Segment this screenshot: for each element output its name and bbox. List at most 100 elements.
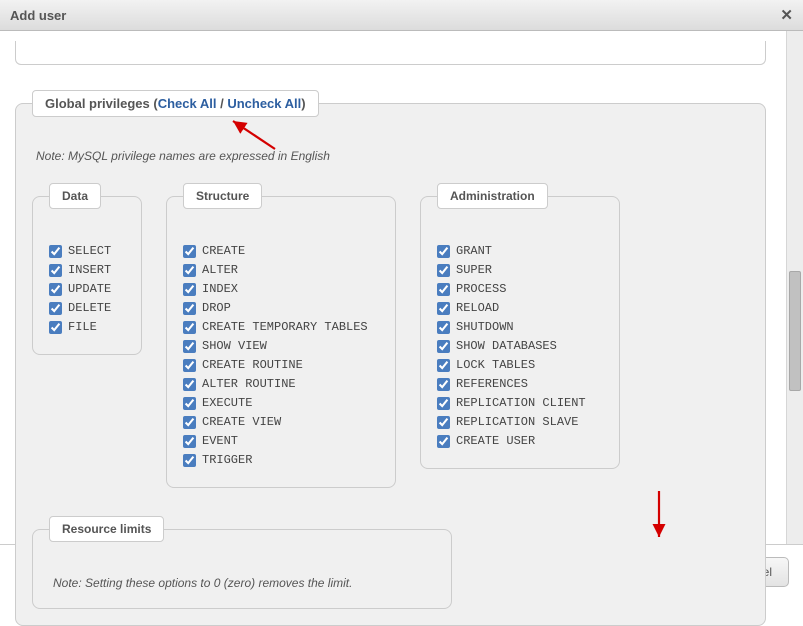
priv-checkbox-lock-tables[interactable] xyxy=(437,359,450,372)
priv-checkbox-file[interactable] xyxy=(49,321,62,334)
priv-label: PROCESS xyxy=(456,281,506,298)
priv-row: UPDATE xyxy=(49,281,125,298)
priv-row: PROCESS xyxy=(437,281,603,298)
resource-limits-fieldset: Resource limits Note: Setting these opti… xyxy=(32,516,452,609)
priv-group-structure: Structure CREATEALTERINDEXDROPCREATE TEM… xyxy=(166,183,396,488)
priv-checkbox-index[interactable] xyxy=(183,283,196,296)
priv-checkbox-create-user[interactable] xyxy=(437,435,450,448)
priv-label: CREATE TEMPORARY TABLES xyxy=(202,319,368,336)
priv-label: UPDATE xyxy=(68,281,111,298)
priv-checkbox-replication-client[interactable] xyxy=(437,397,450,410)
priv-label: INSERT xyxy=(68,262,111,279)
priv-checkbox-shutdown[interactable] xyxy=(437,321,450,334)
priv-label: EXECUTE xyxy=(202,395,252,412)
priv-group-admin-title: Administration xyxy=(437,183,548,209)
priv-checkbox-create-routine[interactable] xyxy=(183,359,196,372)
priv-list-structure: CREATEALTERINDEXDROPCREATE TEMPORARY TAB… xyxy=(183,243,379,469)
priv-row: FILE xyxy=(49,319,125,336)
priv-row: SELECT xyxy=(49,243,125,260)
priv-checkbox-drop[interactable] xyxy=(183,302,196,315)
check-all-link[interactable]: Check All xyxy=(158,96,217,111)
priv-label: DELETE xyxy=(68,300,111,317)
priv-row: CREATE ROUTINE xyxy=(183,357,379,374)
priv-label: EVENT xyxy=(202,433,238,450)
priv-checkbox-create-temporary-tables[interactable] xyxy=(183,321,196,334)
priv-label: FILE xyxy=(68,319,97,336)
uncheck-all-link[interactable]: Uncheck All xyxy=(227,96,301,111)
priv-group-structure-title: Structure xyxy=(183,183,262,209)
priv-row: SHOW VIEW xyxy=(183,338,379,355)
priv-row: DROP xyxy=(183,300,379,317)
priv-checkbox-insert[interactable] xyxy=(49,264,62,277)
priv-checkbox-references[interactable] xyxy=(437,378,450,391)
dialog-titlebar: Add user ✕ xyxy=(0,0,803,31)
priv-checkbox-delete[interactable] xyxy=(49,302,62,315)
priv-row: SHOW DATABASES xyxy=(437,338,603,355)
priv-checkbox-reload[interactable] xyxy=(437,302,450,315)
priv-label: ALTER xyxy=(202,262,238,279)
priv-checkbox-show-databases[interactable] xyxy=(437,340,450,353)
priv-row: DELETE xyxy=(49,300,125,317)
priv-row: SUPER xyxy=(437,262,603,279)
vertical-scrollbar[interactable] xyxy=(786,31,803,544)
privileges-note: Note: MySQL privilege names are expresse… xyxy=(36,149,749,163)
priv-checkbox-select[interactable] xyxy=(49,245,62,258)
priv-row: TRIGGER xyxy=(183,452,379,469)
priv-checkbox-alter-routine[interactable] xyxy=(183,378,196,391)
priv-label: GRANT xyxy=(456,243,492,260)
priv-label: DROP xyxy=(202,300,231,317)
priv-checkbox-grant[interactable] xyxy=(437,245,450,258)
global-priv-legend-text: Global privileges xyxy=(45,96,153,111)
priv-label: REFERENCES xyxy=(456,376,528,393)
priv-row: EVENT xyxy=(183,433,379,450)
priv-label: SHUTDOWN xyxy=(456,319,514,336)
priv-row: LOCK TABLES xyxy=(437,357,603,374)
priv-row: ALTER xyxy=(183,262,379,279)
priv-checkbox-process[interactable] xyxy=(437,283,450,296)
priv-label: CREATE VIEW xyxy=(202,414,281,431)
priv-label: REPLICATION CLIENT xyxy=(456,395,586,412)
priv-row: REPLICATION CLIENT xyxy=(437,395,603,412)
priv-checkbox-execute[interactable] xyxy=(183,397,196,410)
priv-row: INSERT xyxy=(49,262,125,279)
privilege-columns: Data SELECT INSERT UPDATE DELETE FILE Struct… xyxy=(32,183,749,488)
priv-checkbox-create-view[interactable] xyxy=(183,416,196,429)
priv-label: REPLICATION SLAVE xyxy=(456,414,578,431)
priv-checkbox-replication-slave[interactable] xyxy=(437,416,450,429)
priv-row: RELOAD xyxy=(437,300,603,317)
priv-row: CREATE xyxy=(183,243,379,260)
priv-label: ALTER ROUTINE xyxy=(202,376,296,393)
priv-label: SUPER xyxy=(456,262,492,279)
priv-checkbox-alter[interactable] xyxy=(183,264,196,277)
priv-label: SELECT xyxy=(68,243,111,260)
priv-checkbox-trigger[interactable] xyxy=(183,454,196,467)
scroll-area: Global privileges (Check All / Uncheck A… xyxy=(0,31,803,545)
dialog-title: Add user xyxy=(10,8,66,23)
priv-checkbox-super[interactable] xyxy=(437,264,450,277)
priv-label: CREATE ROUTINE xyxy=(202,357,303,374)
priv-checkbox-update[interactable] xyxy=(49,283,62,296)
priv-row: SHUTDOWN xyxy=(437,319,603,336)
priv-checkbox-create[interactable] xyxy=(183,245,196,258)
priv-label: SHOW VIEW xyxy=(202,338,267,355)
priv-group-data-title: Data xyxy=(49,183,101,209)
priv-label: CREATE USER xyxy=(456,433,535,450)
priv-list-data: SELECT INSERT UPDATE DELETE FILE xyxy=(49,243,125,336)
priv-label: RELOAD xyxy=(456,300,499,317)
dialog-content: Global privileges (Check All / Uncheck A… xyxy=(0,31,781,626)
priv-group-data: Data SELECT INSERT UPDATE DELETE FILE xyxy=(32,183,142,355)
priv-checkbox-event[interactable] xyxy=(183,435,196,448)
priv-list-administration: GRANT SUPER PROCESS RELOAD SHUTDOWN SHOW DATA… xyxy=(437,243,603,450)
priv-row: GRANT xyxy=(437,243,603,260)
prev-section-bottom xyxy=(15,41,766,65)
priv-group-administration: Administration GRANT SUPER PROCESS RELOAD SH… xyxy=(420,183,620,469)
priv-row: REFERENCES xyxy=(437,376,603,393)
resource-limits-note: Note: Setting these options to 0 (zero) … xyxy=(53,576,435,590)
resource-limits-title: Resource limits xyxy=(49,516,164,542)
priv-row: EXECUTE xyxy=(183,395,379,412)
global-privileges-fieldset: Global privileges (Check All / Uncheck A… xyxy=(15,90,766,626)
scrollbar-thumb[interactable] xyxy=(789,271,801,391)
close-icon[interactable]: ✕ xyxy=(780,6,793,24)
priv-checkbox-show-view[interactable] xyxy=(183,340,196,353)
priv-row: CREATE VIEW xyxy=(183,414,379,431)
